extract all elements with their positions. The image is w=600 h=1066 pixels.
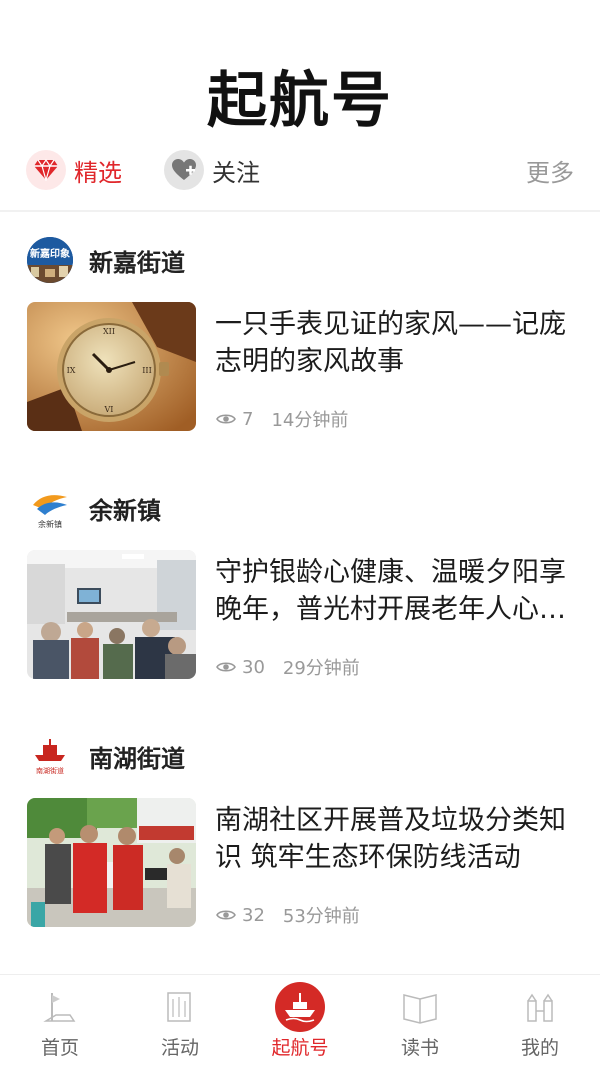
svg-text:南湖街道: 南湖街道 — [36, 766, 64, 775]
article-card[interactable]: 余新镇 余新镇 守护银龄心健康、温暖夕阳享晚年，普光村开展老年人心理 30 29… — [0, 460, 600, 708]
article-card[interactable]: 新嘉印象 新嘉街道 XII III VI IX 一只手表见证的家风——记庞志明的… — [0, 212, 600, 460]
nav-reading-label: 读书 — [400, 1037, 439, 1059]
tab-follow[interactable]: 关注 — [164, 148, 260, 192]
source-row[interactable]: 南湖街道 南湖街道 — [27, 732, 185, 780]
article-meta: 32 53分钟前 — [216, 902, 360, 928]
diamond-icon — [26, 150, 66, 190]
eye-icon — [216, 660, 236, 674]
article-card[interactable]: 南湖街道 南湖街道 南湖社区开展普及垃圾分类知识 筑牢生态环保防线活动 32 5… — [0, 708, 600, 956]
home-icon — [38, 985, 82, 1029]
article-title[interactable]: 南湖社区开展普及垃圾分类知识 筑牢生态环保防线活动 — [215, 802, 575, 876]
svg-text:VI: VI — [104, 405, 114, 414]
nav-activity[interactable]: 活动 — [120, 975, 240, 1066]
source-name: 新嘉街道 — [89, 248, 185, 277]
publish-time: 53分钟前 — [282, 906, 360, 927]
source-row[interactable]: 余新镇 余新镇 — [27, 484, 161, 532]
page-title: 起航号 — [207, 66, 393, 136]
view-count: 32 — [242, 904, 265, 926]
nav-home-label: 首页 — [40, 1037, 79, 1059]
article-meta: 7 14分钟前 — [216, 406, 348, 432]
activity-icon — [158, 985, 202, 1029]
article-meta: 30 29分钟前 — [216, 654, 360, 680]
svg-text:余新镇: 余新镇 — [38, 519, 62, 529]
tab-featured-label: 精选 — [74, 158, 122, 187]
svg-text:IX: IX — [67, 366, 76, 375]
nav-profile-label: 我的 — [520, 1037, 559, 1059]
nav-reading[interactable]: 读书 — [360, 975, 480, 1066]
meeting-room-photo[interactable] — [27, 550, 196, 679]
channel-tabs: 精选 关注 更多 — [26, 148, 574, 192]
wristwatch-photo[interactable]: XII III VI IX — [27, 302, 196, 431]
book-icon — [398, 985, 442, 1029]
volunteers-photo[interactable] — [27, 798, 196, 927]
publish-time: 29分钟前 — [282, 658, 360, 679]
source-name: 南湖街道 — [89, 744, 185, 773]
svg-text:XII: XII — [103, 327, 115, 336]
nav-profile[interactable]: 我的 — [480, 975, 600, 1066]
source-row[interactable]: 新嘉印象 新嘉街道 — [27, 236, 185, 284]
view-count: 7 — [242, 408, 254, 430]
profile-icon — [518, 985, 562, 1029]
article-title[interactable]: 守护银龄心健康、温暖夕阳享晚年，普光村开展老年人心理健康讲座 — [215, 554, 575, 628]
article-title[interactable]: 一只手表见证的家风——记庞志明的家风故事 — [215, 306, 575, 380]
red-boat-icon — [274, 981, 326, 1033]
publish-time: 14分钟前 — [271, 410, 349, 431]
svg-text:新嘉印象: 新嘉印象 — [30, 247, 70, 260]
tab-featured[interactable]: 精选 — [26, 148, 122, 192]
bottom-navigation: 首页 活动 起航号 读书 我的 — [0, 974, 600, 1066]
heart-plus-icon — [164, 150, 204, 190]
source-avatar: 南湖街道 — [27, 733, 73, 779]
nav-qihanghao[interactable]: 起航号 — [240, 975, 360, 1066]
more-button[interactable]: 更多 — [526, 148, 574, 192]
nav-activity-label: 活动 — [160, 1037, 199, 1059]
tab-follow-label: 关注 — [212, 158, 260, 187]
nav-home[interactable]: 首页 — [0, 975, 120, 1066]
source-name: 余新镇 — [89, 496, 161, 525]
more-label: 更多 — [526, 158, 574, 187]
nav-qihanghao-label: 起航号 — [271, 1037, 329, 1059]
svg-text:III: III — [142, 366, 151, 375]
source-avatar: 余新镇 — [27, 485, 73, 531]
eye-icon — [216, 908, 236, 922]
eye-icon — [216, 412, 236, 426]
source-avatar: 新嘉印象 — [27, 237, 73, 283]
view-count: 30 — [242, 656, 265, 678]
